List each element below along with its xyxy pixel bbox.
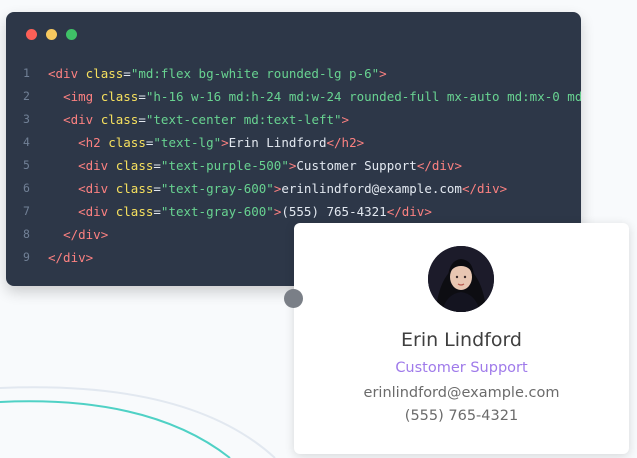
- code-token: </div>: [386, 204, 432, 219]
- code-token: Customer Support: [296, 158, 417, 173]
- line-number: 7: [23, 204, 30, 218]
- code-token: <h2: [78, 135, 101, 150]
- line-number: 3: [23, 112, 30, 126]
- code-line: 6 <div class="text-gray-600">erinlindfor…: [6, 177, 581, 200]
- profile-card: Erin Lindford Customer Support erinlindf…: [294, 223, 629, 454]
- code-token: <div: [78, 158, 109, 173]
- window-controls: [26, 29, 77, 40]
- code-token: class: [115, 158, 154, 173]
- code-token: class: [85, 66, 124, 81]
- code-token: class: [115, 204, 154, 219]
- avatar: [428, 246, 494, 312]
- line-number: 1: [23, 66, 30, 80]
- code-token: </h2>: [326, 135, 365, 150]
- code-line: 4 <h2 class="text-lg">Erin Lindford</h2>: [6, 131, 581, 154]
- code-line: 5 <div class="text-purple-500">Customer …: [6, 154, 581, 177]
- line-number: 9: [23, 250, 30, 264]
- code-token: (555) 765-4321: [281, 204, 387, 219]
- code-line: 1 <div class="md:flex bg-white rounded-lg…: [6, 62, 581, 85]
- code-token: >: [379, 66, 387, 81]
- code-token: </div>: [461, 181, 508, 196]
- code-token: >: [341, 112, 350, 127]
- code-token: =: [123, 66, 131, 81]
- code-token: "text-lg": [153, 135, 222, 150]
- code-token: <div: [78, 204, 109, 219]
- profile-email: erinlindford@example.com: [363, 385, 560, 401]
- code-token: <img: [63, 89, 94, 104]
- code-token: <div: [48, 66, 79, 81]
- code-text: </div>: [48, 246, 93, 269]
- code-token: =: [138, 89, 146, 104]
- code-text: <div class="text-gray-600">(555) 765-432…: [48, 200, 432, 223]
- code-token: "md:flex bg-white rounded-lg p-6": [130, 66, 380, 81]
- code-token: class: [108, 135, 146, 150]
- code-text: <div class="text-purple-500">Customer Su…: [48, 154, 462, 177]
- line-number: 8: [23, 227, 30, 241]
- close-dot-icon: [26, 29, 37, 40]
- connector-dot: [284, 289, 303, 308]
- code-token: >: [221, 135, 229, 150]
- code-token: "text-purple-500": [160, 158, 289, 173]
- code-token: "text-gray-600": [160, 181, 274, 196]
- code-line: 2 <img class="h-16 w-16 md:h-24 md:w-24 …: [6, 85, 581, 108]
- code-token: "h-16 w-16 md:h-24 md:w-24 rounded-full …: [145, 89, 581, 104]
- code-token: class: [115, 181, 154, 196]
- code-token: <div: [78, 181, 109, 196]
- line-number: 2: [23, 89, 30, 103]
- code-token: "text-gray-600": [160, 204, 274, 219]
- maximize-dot-icon: [66, 29, 77, 40]
- code-text: </div>: [48, 223, 108, 246]
- line-number: 6: [23, 181, 30, 195]
- profile-phone: (555) 765-4321: [404, 408, 519, 424]
- code-token: Erin Lindford: [228, 135, 327, 150]
- profile-name: Erin Lindford: [401, 329, 522, 351]
- code-text: <div class="md:flex bg-white rounded-lg …: [48, 62, 387, 85]
- code-text: <div class="text-gray-600">erinlindford@…: [48, 177, 507, 200]
- profile-role: Customer Support: [395, 360, 528, 376]
- code-token: </div>: [416, 158, 462, 173]
- code-token: </div>: [48, 250, 94, 265]
- code-token: "text-center md:text-left": [145, 112, 342, 127]
- minimize-dot-icon: [46, 29, 57, 40]
- code-line: 3 <div class="text-center md:text-left">: [6, 108, 581, 131]
- user-photo-icon: [428, 246, 494, 312]
- code-text: <div class="text-center md:text-left">: [48, 108, 349, 131]
- line-number: 5: [23, 158, 30, 172]
- code-text: <img class="h-16 w-16 md:h-24 md:w-24 ro…: [48, 85, 581, 108]
- code-line: 7 <div class="text-gray-600">(555) 765-4…: [6, 200, 581, 223]
- code-token: =: [138, 112, 146, 127]
- line-number: 4: [23, 135, 30, 149]
- code-text: <h2 class="text-lg">Erin Lindford</h2>: [48, 131, 364, 154]
- code-token: <div: [63, 112, 94, 127]
- code-token: class: [100, 89, 139, 104]
- code-token: erinlindford@example.com: [281, 181, 462, 196]
- code-token: =: [153, 158, 161, 173]
- code-token: =: [153, 181, 161, 196]
- code-token: =: [153, 204, 161, 219]
- code-token: </div>: [63, 227, 109, 242]
- code-token: class: [100, 112, 139, 127]
